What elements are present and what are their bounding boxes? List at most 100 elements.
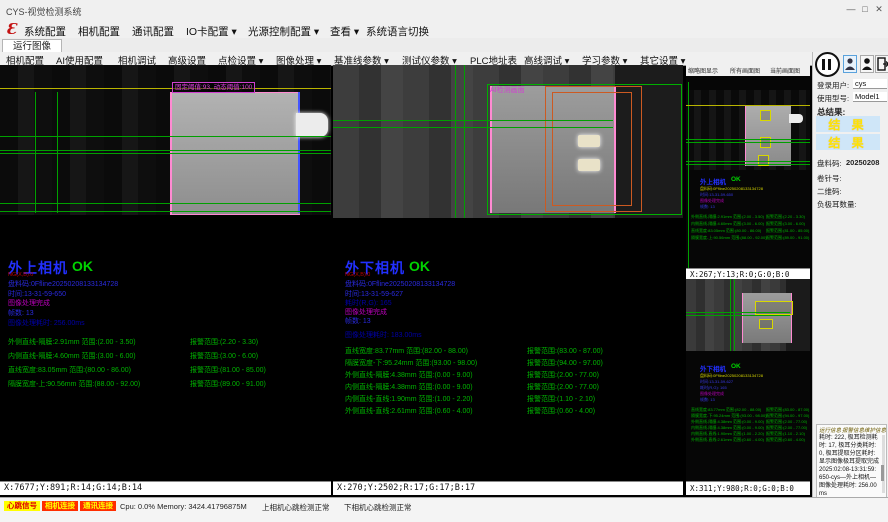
baseline-vertical — [455, 65, 456, 218]
model-label: 使用型号: — [817, 93, 849, 104]
mini-frame: 帧数: 13 — [700, 204, 715, 210]
mini-measure: 直线宽度:83.05mm 范围:(80.00 - 86.00) — [691, 228, 761, 234]
log-tab-alarm[interactable]: 报警信息 — [842, 426, 864, 434]
measurement-text: 直线宽度:83.05mm 范围:(80.00 - 86.00) — [8, 365, 131, 375]
process-time-text: 图像处理耗时: 256.00ms — [8, 318, 85, 328]
measurement-row: 内侧直线-隔膜:4.38mm 范围:(0.00 - 9.00) 报警范围:(2.… — [345, 382, 675, 391]
menu-io-config[interactable]: IO卡配置 ▾ — [186, 24, 237, 39]
measurement-row: 外侧直线-直线:2.61mm 范围:(0.60 - 4.00) 报警范围:(0.… — [345, 406, 675, 415]
pixel-coords-bar: X:311;Y:980;R:0;G:0;B:0 — [686, 481, 810, 495]
measurement-row: 直线宽度:83.77mm 范围:(82.00 - 88.00) 报警范围:(83… — [345, 346, 675, 355]
mini-measure-line — [686, 164, 810, 165]
mini-measure-line — [686, 161, 810, 162]
camera-status-ok: OK — [409, 258, 430, 274]
log-tab-maintain[interactable]: 维护信息 — [864, 426, 886, 434]
reference-line-yellow — [0, 88, 331, 89]
menu-comm-config[interactable]: 通讯配置 — [132, 24, 174, 39]
mini-green-vertical — [688, 82, 689, 268]
frame-count-text: 帧数: 13 — [345, 316, 371, 326]
pause-icon — [828, 59, 831, 70]
camera-status-ok: OK — [72, 258, 93, 274]
process-time-text: 图像处理耗时: 183.00ms — [345, 330, 422, 340]
camera-connect-badge: 相机连接 — [42, 501, 78, 511]
thumbnail-lower-camera[interactable]: 外下相机 OK 盘料码:0Ffline20250208133134728 时间:… — [686, 279, 810, 481]
measure-line — [0, 136, 331, 137]
measurement-text: 内侧直线-隔膜:4.38mm 范围:(0.00 - 9.00) — [345, 382, 473, 392]
pause-button[interactable] — [815, 52, 840, 77]
measurement-text: 隔膜宽度-上:90.56mm 范围:(88.00 - 92.00) — [8, 379, 140, 389]
thumbnail-column: 缩略图显示 所有画面图 当前画面图 外上相机 OK 盘料码:0Ffline202… — [686, 65, 810, 497]
pin-number-label: 卷针号: — [817, 173, 842, 184]
alarm-range-text: 报警范围:(2.00 - 77.00) — [527, 370, 599, 380]
tab-highlight — [578, 159, 600, 171]
measure-line-vertical — [57, 92, 58, 213]
measurement-row: 外侧直线-隔膜:2.91mm 范围:(2.00 - 3.50) 报警范围:(2.… — [8, 337, 328, 346]
login-user-value: cys — [853, 79, 887, 89]
menu-light-config[interactable]: 光源控制配置 ▾ — [248, 24, 319, 39]
thumb-tab-overview[interactable]: 缩略图显示 — [688, 66, 718, 75]
log-box[interactable]: 运行信息 报警信息 维护信息 耗时: 222, 极耳检测耗时: 17, 极耳分类… — [816, 424, 887, 499]
ng-counter: NG(X,B):0 — [8, 272, 33, 278]
maximize-button[interactable]: □ — [858, 4, 872, 14]
measure-line — [0, 211, 331, 212]
result-box-lower: 结 果 — [816, 134, 880, 150]
mini-measure-line — [686, 142, 810, 143]
menu-system-config[interactable]: 系统配置 — [24, 24, 66, 39]
measurement-text: 内侧直线-隔膜:4.60mm 范围:(3.00 - 6.00) — [8, 351, 136, 361]
measurement-row: 直线宽度:83.05mm 范围:(80.00 - 86.00) 报警范围:(81… — [8, 365, 328, 374]
mini-connector-blob — [789, 114, 803, 123]
mini-measure-line — [686, 139, 810, 140]
thumb-tab-current[interactable]: 当前画面图 — [770, 66, 800, 75]
log-scrollbar[interactable] — [882, 435, 885, 493]
measurement-row: 隔膜宽度-下:95.24mm 范围:(93.00 - 98.00) 报警范围:(… — [345, 358, 675, 367]
user-login-button[interactable] — [843, 55, 857, 73]
menu-view[interactable]: 查看 ▾ — [330, 24, 359, 39]
mini-measure: 隔膜宽度-上:90.56mm 范围:(88.00 - 92.00) — [691, 235, 767, 241]
barcode-text: 盘料码:0Ffline20250208133134728 — [345, 279, 455, 289]
result-text: 结 果 — [828, 136, 867, 150]
control-sidebar: 登录用户: cys 使用型号: Model1 总结果: 结 果 结 果 盘料码:… — [812, 52, 888, 497]
mini-alarm: 报警范围:(89.00 - 91.00) — [766, 235, 809, 241]
menu-camera-config[interactable]: 相机配置 — [78, 24, 120, 39]
mini-camera-title: 外下相机 — [700, 363, 726, 373]
title-bar: CYS-视觉检测系统 — □ ✕ — [0, 0, 888, 21]
measurement-text: 外侧直线-直线:2.61mm 范围:(0.60 - 4.00) — [345, 406, 473, 416]
tab-run-image[interactable]: 运行图像 — [2, 39, 62, 53]
measurement-row: 外侧直线-隔膜:4.38mm 范围:(0.00 - 9.00) 报警范围:(2.… — [345, 370, 675, 379]
measure-line — [0, 150, 331, 151]
mini-alarm: 报警范围:(2.20 - 3.30) — [766, 214, 805, 220]
alarm-range-text: 报警范围:(1.10 - 2.10) — [527, 394, 595, 404]
user-manage-button[interactable] — [860, 55, 874, 73]
app-logo-icon: Ɛ — [6, 20, 17, 38]
neg-tab-count-label: 负极耳数量: — [817, 199, 857, 210]
pause-icon — [822, 59, 825, 70]
thumb-tab-all[interactable]: 所有画面图 — [730, 66, 760, 75]
camera-panel-upper: 固定阈值:93, 动态阈值:100 外上相机 OK NG(X,B):0 盘料码:… — [0, 65, 331, 497]
menu-bar: Ɛ 系统配置 相机配置 通讯配置 IO卡配置 ▾ 光源控制配置 ▾ 查看 ▾ 系… — [0, 20, 888, 38]
mini-measure: 外侧直线-直线:2.61mm 范围:(0.60 - 4.00) — [691, 437, 764, 443]
alarm-range-text: 报警范围:(3.00 - 6.00) — [190, 351, 258, 361]
log-scroll-thumb[interactable] — [881, 465, 884, 481]
mini-frame: 帧数: 13 — [700, 397, 715, 403]
alarm-range-text: 报警范围:(2.20 - 3.30) — [190, 337, 258, 347]
minimize-button[interactable]: — — [844, 4, 858, 14]
measurement-text: 隔膜宽度-下:95.24mm 范围:(93.00 - 98.00) — [345, 358, 477, 368]
pixel-coords-bar: X:270;Y:2502;R:17;G:17;B:17 — [333, 481, 683, 495]
ai-detect-label: AI检测画面 — [490, 85, 525, 95]
tab-highlight — [578, 135, 600, 147]
logout-door-icon — [876, 56, 888, 72]
login-user-label: 登录用户: — [817, 80, 849, 91]
camera-panel-lower: AI检测画面 外下相机 OK NG(X,B):0 盘料码:0Ffline2025… — [333, 65, 683, 497]
close-button[interactable]: ✕ — [872, 4, 886, 15]
baseline-vertical — [464, 65, 465, 218]
mini-measure-line — [686, 315, 790, 316]
heartbeat-badge: 心跳信号 — [4, 501, 40, 511]
pixel-coords-bar: X:267;Y:13;R:0;G:0;B:0 — [686, 268, 810, 279]
connector-blob — [296, 113, 328, 137]
log-tab-run[interactable]: 运行信息 — [819, 426, 841, 434]
alarm-range-text: 报警范围:(0.60 - 4.00) — [527, 406, 595, 416]
logout-button[interactable] — [875, 55, 888, 73]
tab-strip: 运行图像 — [0, 38, 888, 53]
thumbnail-upper-camera[interactable]: 外上相机 OK 盘料码:0Ffline20250208133134728 时间:… — [686, 76, 810, 268]
menu-language-switch[interactable]: 系统语言切换 — [366, 24, 429, 39]
